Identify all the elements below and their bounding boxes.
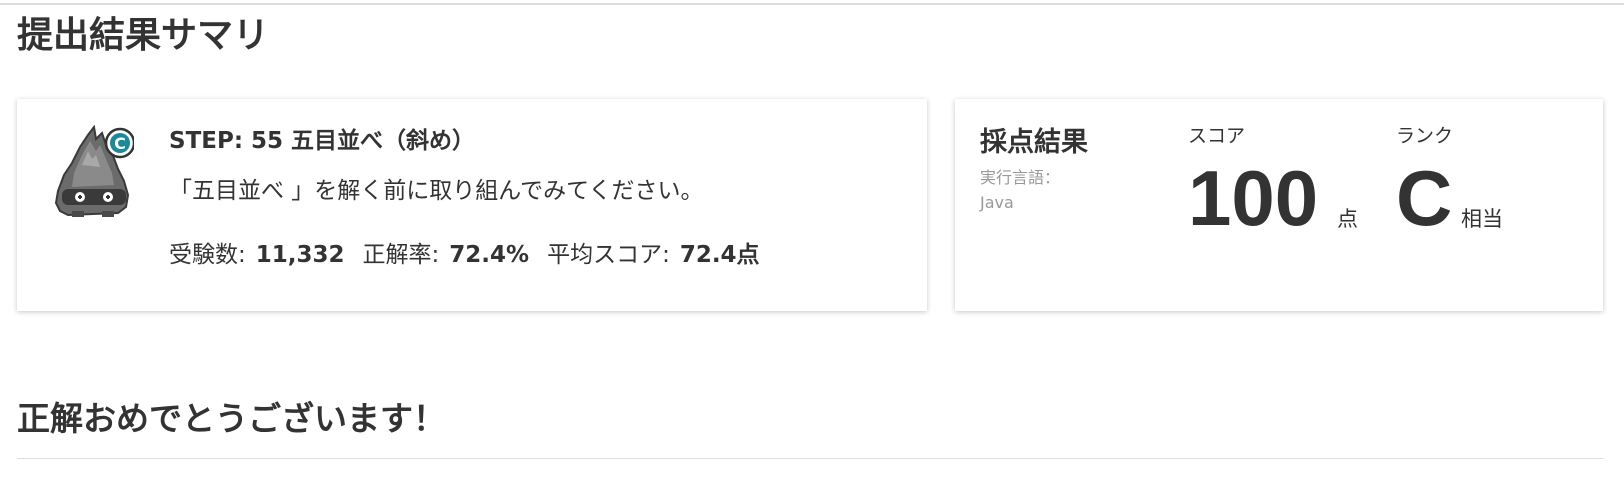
grading-result-card: 採点結果 実行言語： Java スコア 100 点 ランク C 相当 [955,99,1603,311]
bottom-divider [17,458,1603,459]
top-divider [0,3,1624,5]
result-heading: 採点結果 [980,127,1088,158]
accuracy-label: 正解率: [362,242,440,268]
score-unit: 点 [1337,207,1358,231]
rank-value: C [1396,154,1453,242]
problem-stats: 受験数: 11,332 正解率: 72.4% 平均スコア: 72.4点 [169,239,760,271]
score-label: スコア [1188,125,1246,147]
examinees-label: 受験数: [169,242,246,268]
flame-monster-icon: C [54,125,134,217]
accuracy-value: 72.4% [449,242,530,268]
problem-summary-card: C STEP: 55 五目並べ（斜め） 「五目並べ 」を解く前に取り組んでみてく… [17,99,927,311]
problem-description: 「五目並べ 」を解く前に取り組んでみてください。 [169,178,704,204]
language-value: Java [980,193,1014,212]
rank-unit: 相当 [1461,207,1503,231]
avg-score-label: 平均スコア: [547,242,670,268]
problem-title[interactable]: STEP: 55 五目並べ（斜め） [169,125,475,157]
rank-badge-letter: C [114,134,126,153]
language-label: 実行言語： [980,168,1061,187]
avg-score-value: 72.4点 [679,242,760,268]
rank-label: ランク [1396,125,1454,147]
congrats-heading: 正解おめでとうございます！ [17,399,446,438]
page-title: 提出結果サマリ [17,15,270,56]
score-value: 100 [1188,154,1319,242]
examinees-value: 11,332 [255,242,345,268]
